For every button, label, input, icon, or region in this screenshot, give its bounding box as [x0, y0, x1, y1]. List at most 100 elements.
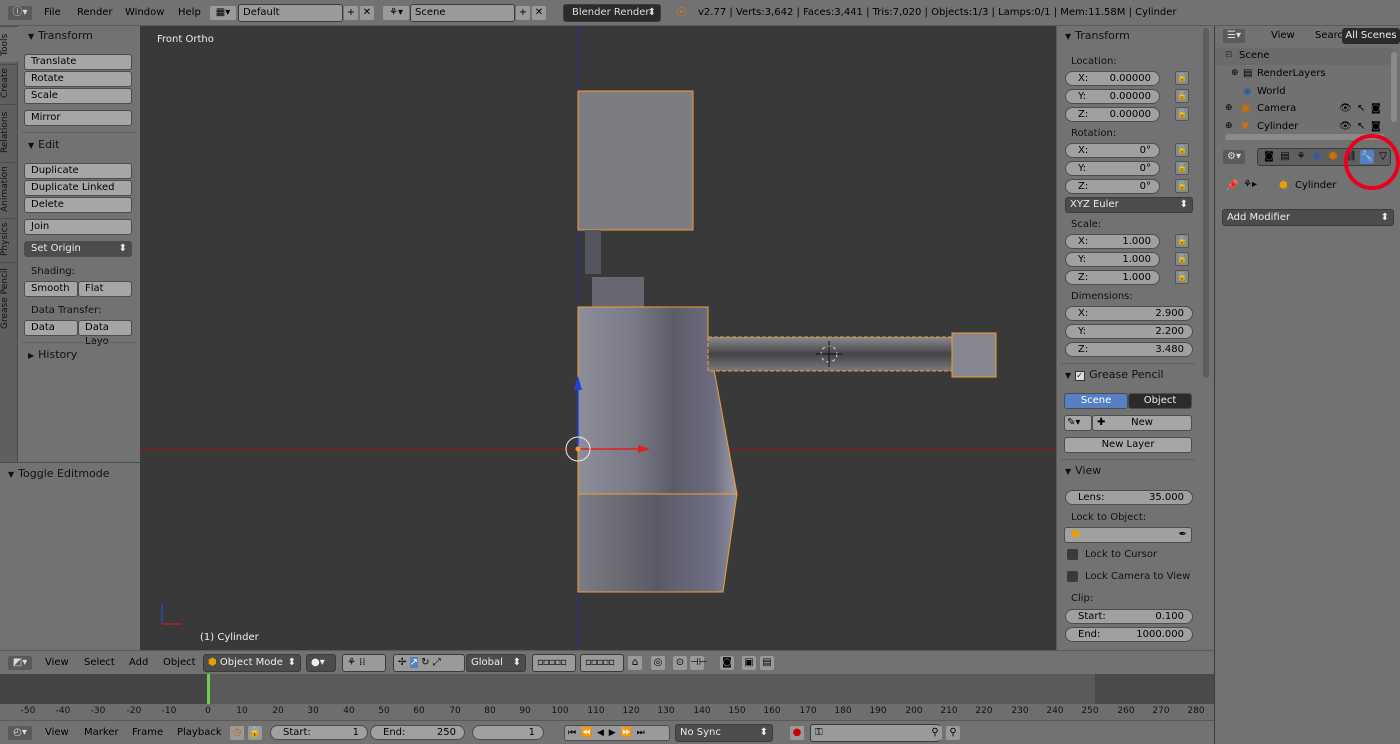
delete-button[interactable]: Delete — [24, 197, 132, 213]
location-x-field[interactable]: X: 0.00000 — [1065, 71, 1160, 86]
menu-window[interactable]: Window — [125, 7, 164, 18]
scene-icon[interactable]: ⚘▾ — [383, 6, 409, 20]
tab-relations[interactable]: Relations — [0, 104, 18, 160]
properties-editor-icon[interactable]: ⚙▾ — [1223, 150, 1245, 164]
outliner-filter-dropdown[interactable]: All Scenes — [1342, 28, 1400, 44]
lock-icon[interactable]: 🔓 — [1175, 89, 1189, 103]
lock-object-field[interactable]: ⬢ ✒ — [1064, 527, 1192, 543]
scale-button[interactable]: Scale — [24, 88, 132, 104]
grease-pencil-header[interactable]: ▼ ✓ Grease Pencil — [1065, 368, 1164, 381]
playback-controls[interactable]: ⏮ ⏪ ◀ ▶ ⏩ ⏭ — [564, 725, 670, 741]
object-tab-icon[interactable]: ⬢ — [1326, 150, 1340, 164]
proportional-edit-icon[interactable]: ◎ — [651, 656, 665, 670]
n-panel-scrollbar[interactable] — [1201, 26, 1211, 386]
sync-dropdown[interactable]: No Sync ⬍ — [675, 724, 773, 742]
grease-pencil-checkbox[interactable]: ✓ — [1075, 371, 1086, 381]
orientation-dropdown[interactable]: Global ⬍ — [466, 654, 526, 672]
outliner-row-renderlayers[interactable]: ⊕ ▤ RenderLayers — [1215, 66, 1393, 83]
pivot-point-dropdown[interactable]: ⚘ ⁞⁞ — [342, 654, 386, 672]
insert-keyframe-icon[interactable]: ⚲ — [928, 726, 942, 740]
3d-viewport[interactable]: Front Ortho (1) Cylinder — [140, 26, 1056, 650]
pin-icon[interactable]: 📌 — [1225, 179, 1239, 192]
set-origin-dropdown[interactable]: Set Origin ⬍ — [24, 241, 132, 257]
lock-icon[interactable]: 🔓 — [1175, 270, 1189, 284]
viewport-shading-dropdown[interactable]: ●▾ — [306, 654, 336, 672]
flat-button[interactable]: Flat — [78, 281, 132, 297]
clip-start-field[interactable]: Start: 0.100 — [1065, 609, 1193, 624]
scale-y-field[interactable]: Y: 1.000 — [1065, 252, 1160, 267]
lock-icon[interactable]: 🔓 — [1175, 107, 1189, 121]
menu-render[interactable]: Render — [77, 7, 113, 18]
dimensions-y-field[interactable]: Y: 2.200 — [1065, 324, 1193, 339]
gp-new-button[interactable]: ✚ New — [1092, 415, 1192, 431]
gp-object-tab[interactable]: Object — [1128, 393, 1192, 409]
lock-icon[interactable]: 🔓 — [1175, 161, 1189, 175]
data-transfer-button[interactable]: Data — [24, 320, 78, 336]
layers-row-1[interactable]: ▫▫▫▫▫ — [532, 654, 576, 672]
menu-file[interactable]: File — [44, 7, 61, 18]
remove-layout-icon[interactable]: ✕ — [360, 6, 374, 20]
mode-dropdown[interactable]: ⬢ Object Mode ⬍ — [203, 654, 301, 672]
lock-time-icon[interactable]: 🔒 — [248, 726, 262, 740]
end-frame-field[interactable]: End: 250 — [370, 725, 465, 740]
world-tab-icon[interactable]: ◉ — [1310, 150, 1324, 164]
scale-z-field[interactable]: Z: 1.000 — [1065, 270, 1160, 285]
render-tab-icon[interactable]: ◙ — [1262, 150, 1276, 164]
outliner-row-scene[interactable]: ⊟ Scene — [1215, 48, 1393, 65]
transform-panel-header[interactable]: ▼ Transform — [28, 29, 93, 42]
location-z-field[interactable]: Z: 0.00000 — [1065, 107, 1160, 122]
manipulator-toggles[interactable]: ✢ ↗ ↻ ⤢ — [393, 654, 465, 672]
use-preview-range-icon[interactable]: ◷ — [230, 726, 244, 740]
lock-icon[interactable]: 🔓 — [1175, 252, 1189, 266]
mirror-button[interactable]: Mirror — [24, 110, 132, 126]
smooth-button[interactable]: Smooth — [24, 281, 78, 297]
delete-keyframe-icon[interactable]: ⚲ — [946, 726, 960, 740]
rotation-x-field[interactable]: X: 0° — [1065, 143, 1160, 158]
add-modifier-dropdown[interactable]: Add Modifier ⬍ — [1222, 209, 1394, 226]
current-frame-indicator[interactable] — [207, 674, 210, 704]
opengl-render-icon[interactable]: ▣ — [742, 656, 756, 670]
location-y-field[interactable]: Y: 0.00000 — [1065, 89, 1160, 104]
vp-object-menu[interactable]: Object — [163, 657, 196, 668]
add-scene-icon[interactable]: + — [516, 6, 530, 20]
rotation-mode-dropdown[interactable]: XYZ Euler ⬍ — [1065, 197, 1193, 213]
lock-camera-checkbox[interactable] — [1067, 571, 1078, 582]
tl-marker-menu[interactable]: Marker — [84, 727, 119, 738]
lock-camera-layers-icon[interactable]: ⌂ — [628, 656, 642, 670]
rotate-button[interactable]: Rotate — [24, 71, 132, 87]
vp-view-menu[interactable]: View — [45, 657, 69, 668]
lock-icon[interactable]: 🔓 — [1175, 234, 1189, 248]
timeline-editor-icon[interactable]: ◴▾ — [8, 726, 32, 740]
outliner-row-camera[interactable]: ⊕ ▣ Camera 👁 ↖ ◙ — [1215, 101, 1393, 118]
cursor-select-icon[interactable]: ↖ — [1357, 103, 1365, 114]
opengl-render-animation-icon[interactable]: ▤ — [760, 656, 774, 670]
render-view-icon[interactable]: ◙ — [720, 656, 734, 670]
scene-tab-icon[interactable]: ⚘ — [1294, 150, 1308, 164]
lock-icon[interactable]: 🔓 — [1175, 143, 1189, 157]
translate-button[interactable]: Translate — [24, 54, 132, 70]
remove-scene-icon[interactable]: ✕ — [532, 6, 546, 20]
keying-set-field[interactable]: ⚿ — [810, 724, 940, 742]
eyedropper-icon[interactable]: ✒ — [1179, 528, 1187, 542]
viewport-editor-icon[interactable]: ◩▾ — [8, 656, 32, 670]
render-engine-dropdown[interactable]: Blender Render ⬍ — [563, 4, 661, 22]
add-layout-icon[interactable]: + — [344, 6, 358, 20]
join-button[interactable]: Join — [24, 219, 132, 235]
start-frame-field[interactable]: Start: 1 — [270, 725, 368, 740]
dimensions-x-field[interactable]: X: 2.900 — [1065, 306, 1193, 321]
tab-create[interactable]: Create — [0, 64, 18, 102]
outliner-vscrollbar[interactable] — [1391, 52, 1397, 122]
render-layers-tab-icon[interactable]: ▤ — [1278, 150, 1292, 164]
gp-scene-tab[interactable]: Scene — [1064, 393, 1128, 409]
rotation-z-field[interactable]: Z: 0° — [1065, 179, 1160, 194]
tl-view-menu[interactable]: View — [45, 727, 69, 738]
rotation-y-field[interactable]: Y: 0° — [1065, 161, 1160, 176]
current-frame-field[interactable]: 1 — [472, 725, 544, 740]
edit-panel-header[interactable]: ▼ Edit — [28, 138, 59, 151]
tab-tools[interactable]: Tools — [0, 26, 18, 62]
eye-icon[interactable]: 👁 — [1339, 103, 1352, 114]
info-editor-type-icon[interactable]: ⓘ▾ — [8, 6, 32, 20]
data-layout-button[interactable]: Data Layo — [78, 320, 132, 347]
render-camera-icon[interactable]: ◙ — [1371, 103, 1381, 114]
screen-layout-icon[interactable]: ▦▾ — [210, 6, 236, 20]
